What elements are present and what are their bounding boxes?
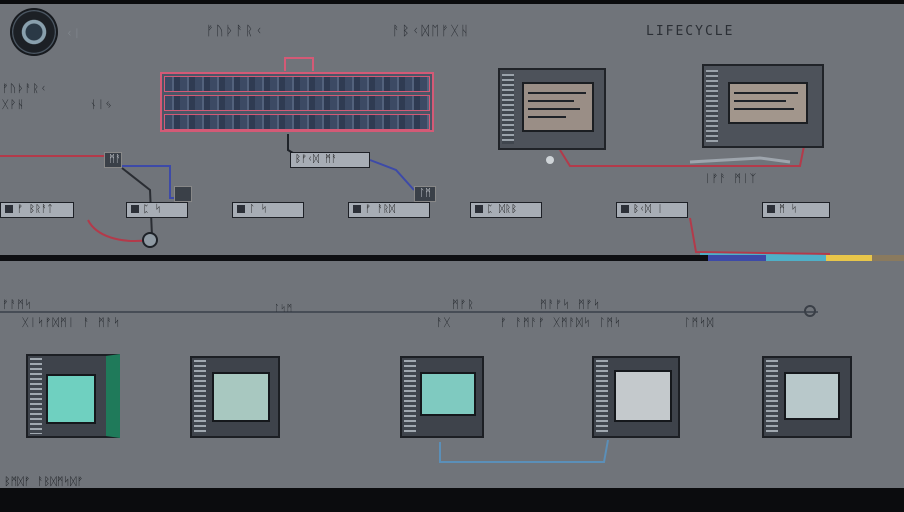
thumbnail-4[interactable] [592, 356, 680, 438]
window-screen [522, 82, 594, 132]
window-sidebar [706, 70, 718, 142]
top-node-5[interactable]: ᛈ ᛞᚱᛒ [470, 202, 542, 218]
top-node-6[interactable]: ᛒᚲᛞ ᛁ [616, 202, 688, 218]
section-label-3: ᛗᚨᚠᛋ ᛗᚠᛋ [540, 298, 601, 311]
connector-node-1[interactable]: ᛗᚨ [104, 152, 122, 168]
bottom-frame-bar [0, 488, 904, 512]
ruler-end-icon[interactable] [804, 305, 816, 317]
thumbnail-screen [212, 372, 270, 422]
connector-node-3[interactable]: ᛚᛗ [414, 186, 436, 202]
thumbnail-screen [784, 372, 840, 420]
table-row[interactable] [164, 114, 430, 130]
wire-bottom-blue [439, 439, 609, 463]
top-node-4[interactable]: ᚠ ᚨᚱᛞ [348, 202, 430, 218]
top-node-1[interactable]: ᚠ ᛒᚱᚨᛏ [0, 202, 74, 218]
divider-strip-yellow [826, 255, 872, 261]
junction-dot-icon [546, 156, 554, 164]
divider-strip-tan [872, 255, 904, 261]
section-label-1: ᚠᚨᛗᛋ [2, 298, 33, 311]
thumbnail-2[interactable] [190, 356, 280, 438]
table-bracket [284, 57, 314, 71]
window-preview-1[interactable] [498, 68, 606, 150]
thumbnail-sidebar [404, 360, 416, 434]
row-label-2: ᚨᚷ [436, 316, 452, 329]
divider-strip-blue [708, 255, 766, 261]
wire-mid-blue [369, 159, 415, 191]
thumbnail-3[interactable] [400, 356, 484, 438]
thumbnail-screen [614, 370, 672, 422]
stylus-icon [689, 156, 791, 164]
footer-label: ᛒᛗᛞᚠ ᚨᛒᛞᛗᛋᛞᚠ [4, 475, 84, 488]
row-label-4: ᛚᛗᛋᛞ [684, 316, 715, 329]
wire-probe-red [87, 219, 151, 242]
probe-knob-icon [142, 232, 158, 248]
thumbnail-screen [420, 372, 476, 416]
thumbnail-sidebar [30, 358, 42, 434]
thumbnail-sidebar [596, 360, 608, 434]
highlighted-table[interactable] [160, 72, 434, 132]
connector-node-4[interactable] [174, 186, 192, 202]
row-label-3: ᚠ ᚨᛗᚨᚠ ᚷᛗᚨᛞᛋ ᛚᛗᛋ [500, 316, 622, 329]
connector-node-2[interactable]: ᛒᚠᚲᛞ ᛗᚨ [290, 152, 370, 168]
section-label-2: ᛗᚠᚱ [452, 298, 475, 311]
divider-strip-cyan [766, 255, 826, 261]
right-caption: ᛁᚠᚨ ᛗᛁᛉ [704, 172, 758, 185]
table-row[interactable] [164, 95, 430, 111]
thumbnail-screen [46, 374, 96, 424]
timeline-ruler [0, 311, 818, 313]
thumbnail-5[interactable] [762, 356, 852, 438]
window-screen [728, 82, 808, 124]
top-node-7[interactable]: ᛗ ᛋ [762, 202, 830, 218]
window-sidebar [502, 74, 514, 144]
thumbnail-sidebar [766, 360, 778, 434]
wire-lower-red [689, 217, 831, 255]
top-node-2[interactable]: ᛈ ᛋ [126, 202, 188, 218]
ruler-marker: ᛚᛋᛗ [274, 304, 294, 314]
thumbnail-sidebar [194, 360, 206, 434]
thumbnail-1[interactable] [26, 354, 120, 438]
window-preview-2[interactable] [702, 64, 824, 148]
top-node-3[interactable]: ᛚ ᛋ [232, 202, 304, 218]
table-row[interactable] [164, 76, 430, 92]
row-label-1: ᚷᛁᛋᚠᛞᛗᛁ ᚨ ᛗᚨᛋ [22, 316, 121, 329]
